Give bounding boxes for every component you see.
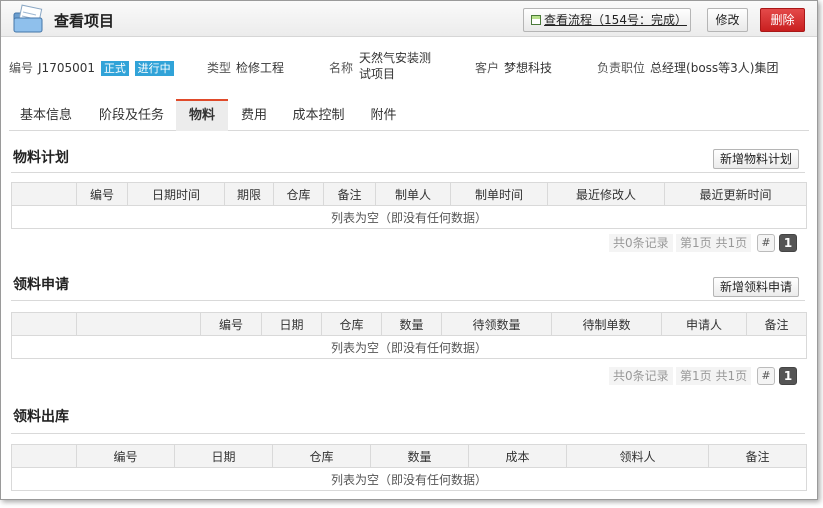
empty-message: 列表为空（即没有任何数据） [11,467,807,491]
tab-stages-tasks[interactable]: 阶段及任务 [88,99,175,131]
column-header[interactable]: 日期 [174,444,273,468]
client-label: 客户 [475,61,500,75]
material-outbound-title: 领料出库 [13,409,69,425]
tab-attachments[interactable]: 附件 [361,99,406,131]
column-header[interactable]: 申请人 [661,312,747,336]
column-header[interactable]: 仓库 [273,182,324,206]
page-jump-button[interactable]: # [757,234,775,252]
column-header[interactable]: 备注 [323,182,376,206]
table-header-row: 编号 日期 仓库 数量 待领数量 待制单数 申请人 备注 [11,312,807,336]
client-value: 梦想科技 [504,61,553,75]
empty-message: 列表为空（即没有任何数据） [11,205,807,229]
project-type: 类型 检修工程 [207,59,284,76]
page-title: 查看项目 [54,12,115,30]
material-request-table: 编号 日期 仓库 数量 待领数量 待制单数 申请人 备注 列表为空（即没有任何数… [11,312,807,359]
project-view-window: 查看项目 查看流程（154号：完成） 修改 删除 编号 J1705001 正式 进… [0,0,818,500]
empty-row: 列表为空（即没有任何数据） [11,467,807,491]
column-header[interactable]: 期限 [224,182,274,206]
title-bar: 查看项目 查看流程（154号：完成） 修改 删除 [1,1,817,37]
column-header[interactable]: 待制单数 [551,312,662,336]
code-label: 编号 [9,61,34,75]
column-header[interactable] [11,182,77,206]
add-material-plan-button[interactable]: 新增物料计划 [712,149,799,169]
column-header[interactable]: 最近修改人 [547,182,665,206]
type-value: 检修工程 [236,61,285,75]
column-header[interactable]: 日期 [261,312,322,336]
current-page-button[interactable]: 1 [779,234,797,252]
column-header[interactable] [76,312,201,336]
column-header[interactable]: 编号 [200,312,262,336]
column-header[interactable]: 编号 [76,444,175,468]
column-header[interactable] [11,312,77,336]
position-value: 总经理(boss等3人)集团 [650,61,779,75]
page-info: 第1页 共1页 [676,234,752,252]
column-header[interactable]: 备注 [708,444,807,468]
column-header[interactable]: 日期时间 [127,182,225,206]
column-header[interactable]: 成本 [468,444,567,468]
material-plan-pager: 共0条记录 第1页 共1页 # 1 [609,234,799,252]
project-client: 客户 梦想科技 [475,59,552,76]
tab-bar: 基本信息 阶段及任务 物料 费用 成本控制 附件 [9,99,809,131]
total-records: 共0条记录 [609,234,673,252]
column-header[interactable]: 待领数量 [441,312,552,336]
tab-basic-info[interactable]: 基本信息 [9,99,83,131]
material-plan-title: 物料计划 [13,150,69,166]
empty-row: 列表为空（即没有任何数据） [11,335,807,359]
name-value: 天然气安装测试项目 [359,51,432,81]
edit-button[interactable]: 修改 [707,8,748,32]
column-header[interactable]: 领料人 [566,444,709,468]
column-header[interactable]: 制单人 [375,182,451,206]
column-header[interactable]: 编号 [76,182,128,206]
project-position: 负责职位 总经理(boss等3人)集团 [597,59,778,76]
position-label: 负责职位 [597,61,646,75]
folder-document-icon [13,4,43,33]
status-badge: 进行中 [134,61,174,76]
section-divider [11,300,805,301]
add-material-request-button[interactable]: 新增领料申请 [712,277,799,297]
delete-button[interactable]: 删除 [760,8,805,32]
material-request-pager: 共0条记录 第1页 共1页 # 1 [609,367,799,385]
column-header[interactable]: 数量 [381,312,442,336]
table-header-row: 编号 日期时间 期限 仓库 备注 制单人 制单时间 最近修改人 最近更新时间 [11,182,807,206]
tab-cost-control[interactable]: 成本控制 [281,99,356,131]
section-divider [11,172,805,173]
column-header[interactable]: 仓库 [321,312,382,336]
page-info: 第1页 共1页 [676,367,752,385]
current-page-button[interactable]: 1 [779,367,797,385]
flow-icon [531,15,542,25]
empty-row: 列表为空（即没有任何数据） [11,205,807,229]
column-header[interactable]: 制单时间 [450,182,548,206]
material-plan-table: 编号 日期时间 期限 仓库 备注 制单人 制单时间 最近修改人 最近更新时间 列… [11,182,807,229]
view-flow-label: 查看流程（154号：完成） [544,13,687,27]
page-jump-button[interactable]: # [757,367,775,385]
column-header[interactable]: 最近更新时间 [664,182,807,206]
formal-badge: 正式 [100,61,129,76]
empty-message: 列表为空（即没有任何数据） [11,335,807,359]
table-header-row: 编号 日期 仓库 数量 成本 领料人 备注 [11,444,807,468]
column-header[interactable]: 备注 [746,312,807,336]
material-request-title: 领料申请 [13,277,69,293]
material-outbound-table: 编号 日期 仓库 数量 成本 领料人 备注 列表为空（即没有任何数据） [11,444,807,491]
name-label: 名称 [329,61,354,75]
project-info: 编号 J1705001 正式 进行中 类型 检修工程 名称 天然气安装测试项目 客户… [1,49,817,85]
project-code: 编号 J1705001 正式 进行中 [9,59,174,76]
total-records: 共0条记录 [609,367,673,385]
type-label: 类型 [207,61,232,75]
code-value: J1705001 [38,61,95,75]
tab-materials[interactable]: 物料 [176,99,228,131]
view-flow-button[interactable]: 查看流程（154号：完成） [523,8,691,32]
column-header[interactable]: 仓库 [272,444,371,468]
section-divider [11,433,805,434]
column-header[interactable] [11,444,77,468]
column-header[interactable]: 数量 [370,444,469,468]
tab-expenses[interactable]: 费用 [231,99,277,131]
